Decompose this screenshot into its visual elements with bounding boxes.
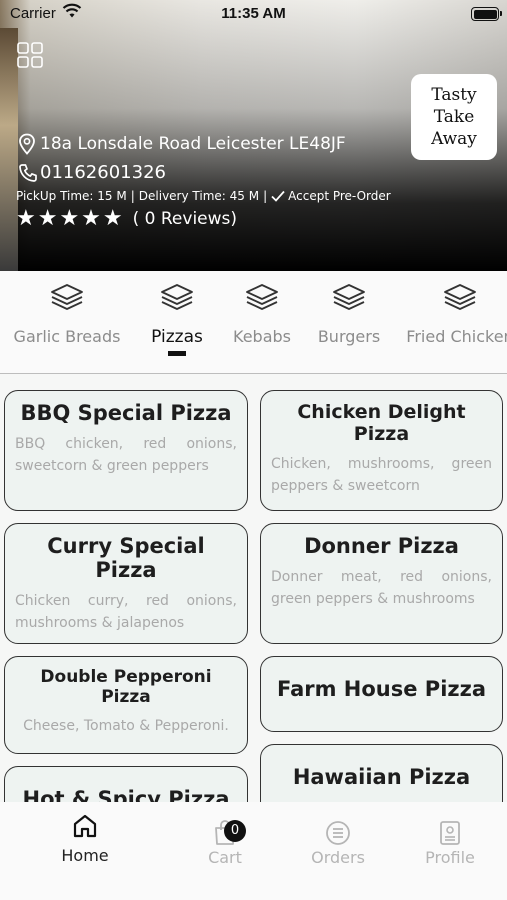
restaurant-logo: Tasty Take Away <box>411 74 497 160</box>
category-label: Garlic Breads <box>13 327 121 346</box>
category-burgers[interactable]: Burgers <box>315 283 383 346</box>
menu-item-card[interactable]: Double Pepperoni Pizza Cheese, Tomato & … <box>4 656 248 754</box>
item-description: BBQ chicken, red onions, sweetcorn & gre… <box>15 436 237 474</box>
category-fried-chicken[interactable]: Fried Chicken <box>404 283 507 346</box>
tab-orders[interactable]: Orders <box>288 814 388 867</box>
tab-home[interactable]: Home <box>35 814 135 865</box>
layers-icon <box>444 284 476 310</box>
item-title: Curry Special Pizza <box>47 534 205 582</box>
item-description: Donner meat, red onions, green peppers &… <box>271 569 492 607</box>
menu-item-card[interactable]: Curry Special Pizza Chicken curry, red o… <box>4 523 248 644</box>
tab-label: Cart <box>208 848 242 867</box>
tab-label: Profile <box>425 848 475 867</box>
category-label: Burgers <box>317 327 381 346</box>
restaurant-header: Tasty Take Away 18a Lonsdale Road Leices… <box>0 0 507 271</box>
menu-item-card[interactable]: Hawaiian Pizza <box>260 744 503 802</box>
item-title: BBQ Special Pizza <box>20 401 232 425</box>
menu-item-card[interactable]: Chicken Delight Pizza Chicken, mushrooms… <box>260 390 503 511</box>
phone-icon <box>19 163 37 182</box>
tab-label: Home <box>61 846 109 865</box>
star-rating: ★★★★★ <box>16 206 125 231</box>
status-bar: Carrier 11:35 AM <box>0 0 507 28</box>
layers-icon <box>51 284 83 310</box>
reviews-count[interactable]: ( 0 Reviews) <box>133 209 237 229</box>
cart-count-badge: 0 <box>224 820 246 842</box>
location-pin-icon <box>19 133 35 155</box>
item-title: Donner Pizza <box>304 534 459 558</box>
item-title: Hot & Spicy Pizza <box>22 787 230 802</box>
clock: 11:35 AM <box>221 5 286 22</box>
item-title: Chicken Delight Pizza <box>297 401 466 445</box>
battery-icon <box>471 7 502 21</box>
item-title: Double Pepperoni Pizza <box>40 667 212 707</box>
phone-row[interactable]: 01162601326 <box>18 162 166 183</box>
item-title: Hawaiian Pizza <box>292 765 471 789</box>
item-description: Chicken curry, red onions, mushrooms & j… <box>15 593 237 631</box>
active-category-indicator <box>168 351 186 356</box>
id-card-icon <box>440 821 460 845</box>
delivery-time: Delivery Time: 45 M <box>138 189 260 203</box>
category-label: Kebabs <box>233 327 291 346</box>
list-circle-icon <box>326 821 350 845</box>
item-description: Chicken, mushrooms, green peppers & swee… <box>271 456 492 494</box>
logo-line-1: Tasty <box>431 85 477 105</box>
bottom-tab-bar: Home Cart 0 Orders Profile <box>0 802 507 900</box>
menu-item-card[interactable]: Donner Pizza Donner meat, red onions, gr… <box>260 523 503 644</box>
menu-items-grid: BBQ Special Pizza BBQ chicken, red onion… <box>0 374 507 802</box>
logo-line-2: Take Away <box>431 107 477 149</box>
menu-item-card[interactable]: Hot & Spicy Pizza <box>4 766 248 802</box>
category-label: Pizzas <box>151 327 203 347</box>
home-icon <box>73 814 97 838</box>
tab-cart[interactable]: Cart <box>175 814 275 867</box>
tab-label: Orders <box>311 848 365 867</box>
times-row: PickUp Time: 15 M | Delivery Time: 45 M … <box>16 189 391 203</box>
layers-icon <box>246 284 278 310</box>
category-pizzas[interactable]: Pizzas <box>145 283 209 356</box>
menu-item-card[interactable]: BBQ Special Pizza BBQ chicken, red onion… <box>4 390 248 511</box>
tab-profile[interactable]: Profile <box>400 814 500 867</box>
item-title: Farm House Pizza <box>276 677 487 701</box>
category-bar: Garlic Breads Pizzas Kebabs Burgers Frie… <box>0 271 507 374</box>
layers-icon <box>161 284 193 310</box>
category-garlic-breads[interactable]: Garlic Breads <box>13 283 121 346</box>
layers-icon <box>333 284 365 310</box>
grid-icon[interactable] <box>17 42 43 68</box>
address-text: 18a Lonsdale Road Leicester LE48JF <box>40 134 346 154</box>
category-kebabs[interactable]: Kebabs <box>230 283 294 346</box>
check-icon <box>271 190 285 202</box>
item-description: Cheese, Tomato & Pepperoni. <box>23 718 229 734</box>
address-row: 18a Lonsdale Road Leicester LE48JF <box>18 133 346 155</box>
menu-item-card[interactable]: Farm House Pizza <box>260 656 503 732</box>
phone-number[interactable]: 01162601326 <box>40 162 166 183</box>
rating-row[interactable]: ★★★★★ ( 0 Reviews) <box>16 206 237 231</box>
preorder-label: Accept Pre-Order <box>288 189 391 203</box>
category-label: Fried Chicken <box>406 327 507 346</box>
pickup-time: PickUp Time: 15 M <box>16 189 127 203</box>
